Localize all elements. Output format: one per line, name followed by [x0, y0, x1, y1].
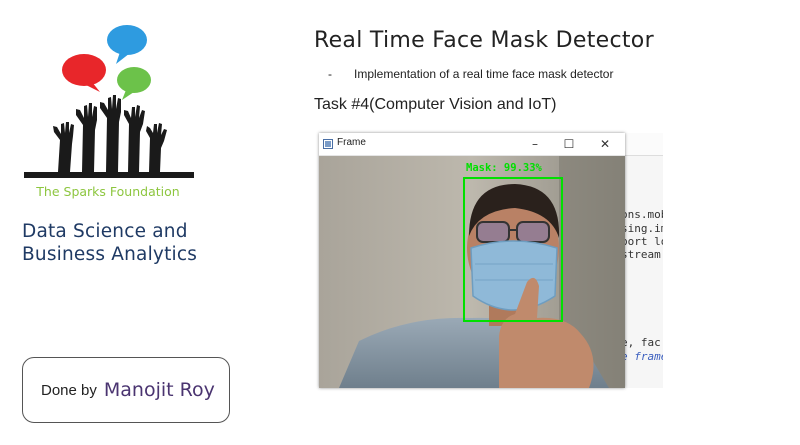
- bullet-marker: -: [328, 67, 332, 81]
- bullet-text: Implementation of a real time face mask …: [354, 67, 614, 81]
- code-line: stream: [621, 248, 661, 261]
- code-line: e, fac: [621, 336, 661, 349]
- slide-title: Real Time Face Mask Detector: [314, 28, 654, 53]
- bullet-item: - Implementation of a real time face mask…: [328, 67, 613, 81]
- code-line: port lo: [621, 235, 663, 248]
- author-name: Manojit Roy: [103, 379, 215, 401]
- frame-title: Frame: [337, 137, 366, 148]
- frame-window[interactable]: Frame – ☐ ✕ Mask: 99.33%: [319, 133, 625, 388]
- code-line: e frame: [621, 350, 663, 363]
- author-box: Done by Manojit Roy: [22, 357, 230, 423]
- subject-line-1: Data Science and: [22, 221, 188, 242]
- author-prefix: Done by: [41, 381, 97, 399]
- detection-label: Mask: 99.33%: [466, 162, 543, 174]
- close-button[interactable]: ✕: [597, 136, 613, 152]
- camera-feed: Mask: 99.33%: [319, 156, 625, 388]
- sparks-foundation-logo: The Sparks Foundation: [24, 25, 194, 199]
- org-name: The Sparks Foundation: [35, 184, 179, 199]
- face-mask: [470, 240, 558, 311]
- raised-hands-icon: [24, 95, 194, 178]
- speech-bubble-red-icon: [62, 54, 106, 92]
- task-heading: Task #4(Computer Vision and IoT): [314, 96, 557, 113]
- frame-titlebar[interactable]: Frame – ☐ ✕: [319, 133, 625, 156]
- minimize-button[interactable]: –: [527, 136, 543, 152]
- speech-bubble-blue-icon: [107, 25, 147, 64]
- app-window-icon: [323, 139, 333, 149]
- maximize-button[interactable]: ☐: [561, 136, 577, 152]
- code-line: sing.im: [621, 222, 663, 235]
- subject-heading: Data Science and Business Analytics: [22, 220, 197, 266]
- code-line: ons.mob: [621, 208, 663, 221]
- subject-line-2: Business Analytics: [22, 244, 198, 265]
- speech-bubble-green-icon: [117, 67, 151, 100]
